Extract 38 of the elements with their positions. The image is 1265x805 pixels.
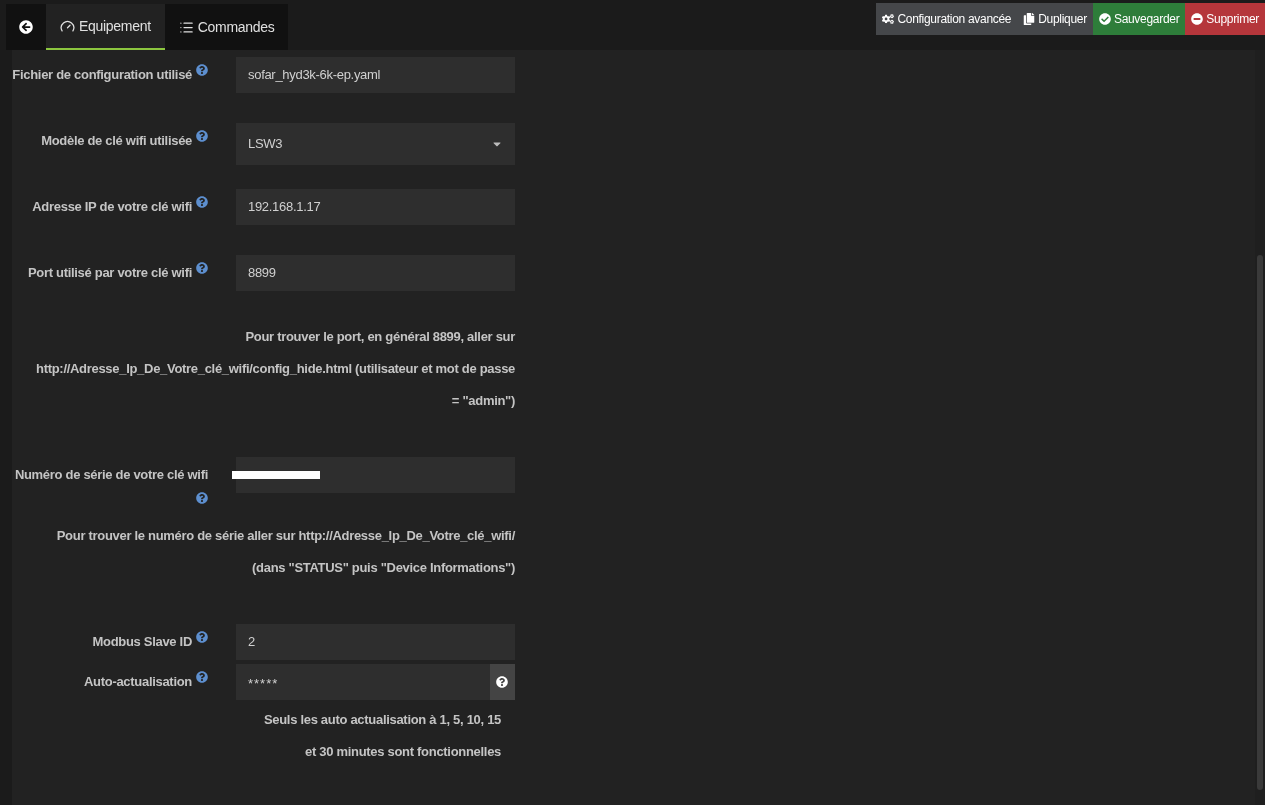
field-label: Port utilisé par votre clé wifi (27, 265, 192, 280)
select-field[interactable]: LSW3 (236, 123, 515, 165)
text-field[interactable]: 192.168.1.17 (236, 189, 515, 225)
gauge-icon (60, 18, 75, 34)
help-text: Pour trouver le numéro de série aller sur http://Adresse_Ip_De_Votre_clé_wifi/ (dans "STATUS" puis "Device Informations") (55, 527, 515, 577)
tab[interactable]: Equipement (46, 4, 165, 50)
help-icon (196, 491, 208, 504)
copy-icon (1023, 13, 1036, 25)
help-button[interactable] (489, 664, 515, 700)
help-icon (496, 676, 509, 688)
scrollbar[interactable] (1255, 50, 1265, 805)
help-icon (196, 670, 208, 683)
back-icon (19, 20, 33, 34)
scrollbar-thumb[interactable] (1257, 255, 1263, 790)
field-label: Fichier de configuration utilisé (12, 67, 192, 82)
config-button[interactable]: Configuration avancée (876, 3, 1018, 35)
duplicate-button[interactable]: Dupliquer (1017, 3, 1093, 35)
field-label: Auto-actualisation (84, 674, 192, 689)
cogs-icon (882, 13, 895, 25)
text-field[interactable]: 2 (236, 624, 515, 660)
help-text: Seuls les auto actualisation à 1, 5, 10, 15 et 30 minutes sont fonctionnelles (262, 711, 501, 761)
field-label: Modèle de clé wifi utilisée (41, 133, 192, 148)
field-label: Numéro de série de votre clé wifi (14, 467, 208, 482)
help-icon (196, 195, 208, 208)
help-icon (196, 630, 208, 643)
text-field[interactable]: 8899 (236, 255, 515, 291)
save-button[interactable]: Sauvegarder (1092, 3, 1186, 35)
help-icon (196, 261, 208, 274)
password-field[interactable]: ***** (236, 664, 490, 700)
help-text: Pour trouver le port, en général 8899, aller sur http://Adresse_Ip_De_Votre_clé_wifi/config_hide.html (utilisateur et mot de passe = "admin") (35, 328, 515, 410)
delete-button[interactable]: Supprimer (1185, 3, 1265, 35)
help-icon (196, 63, 208, 76)
list-icon (178, 19, 194, 35)
field-label: Modbus Slave ID (92, 634, 192, 649)
field-label: Adresse IP de votre clé wifi (32, 199, 192, 214)
tab[interactable]: Commandes (164, 4, 289, 50)
text-field[interactable]: sofar_hyd3k-6k-ep.yaml (236, 57, 515, 93)
help-icon (196, 129, 208, 142)
